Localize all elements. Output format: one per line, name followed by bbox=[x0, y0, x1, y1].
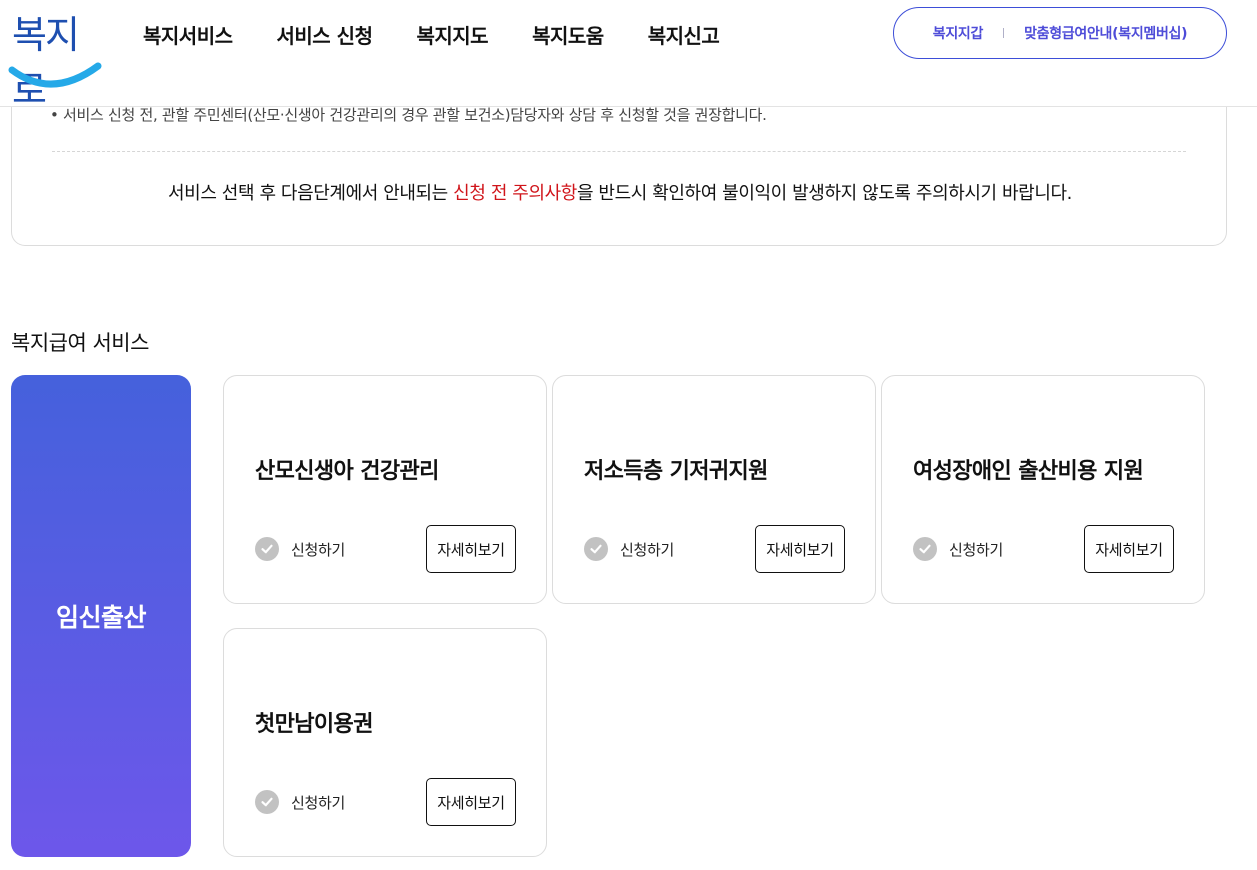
card-title: 여성장애인 출산비용 지원 bbox=[913, 459, 1144, 484]
service-card: 저소득층 기저귀지원 신청하기 자세히보기 bbox=[552, 375, 876, 604]
main-nav: 복지서비스 서비스 신청 복지지도 복지도움 복지신고 bbox=[143, 20, 763, 49]
category-tab-pregnancy[interactable]: 임신출산 bbox=[11, 375, 191, 857]
apply-toggle[interactable]: 신청하기 bbox=[255, 790, 345, 814]
apply-label: 신청하기 bbox=[949, 540, 1004, 559]
apply-toggle[interactable]: 신청하기 bbox=[913, 537, 1003, 561]
nav-service-apply[interactable]: 서비스 신청 bbox=[277, 20, 373, 49]
nav-welfare-service[interactable]: 복지서비스 bbox=[143, 20, 233, 49]
detail-button[interactable]: 자세히보기 bbox=[426, 778, 516, 826]
logo-smile-icon bbox=[8, 62, 102, 88]
check-circle-icon bbox=[913, 537, 937, 561]
notice-main-text: 서비스 선택 후 다음단계에서 안내되는 신청 전 주의사항을 반드시 확인하여… bbox=[12, 179, 1228, 205]
apply-label: 신청하기 bbox=[291, 793, 346, 812]
check-circle-icon bbox=[255, 537, 279, 561]
util-links: 복지지갑 맞춤형급여안내(복지멤버십) bbox=[893, 7, 1227, 59]
membership-guide-link[interactable]: 맞춤형급여안내(복지멤버십) bbox=[1024, 23, 1187, 43]
card-title: 저소득층 기저귀지원 bbox=[584, 459, 768, 484]
apply-label: 신청하기 bbox=[291, 540, 346, 559]
check-circle-icon bbox=[584, 537, 608, 561]
service-card: 산모신생아 건강관리 신청하기 자세히보기 bbox=[223, 375, 547, 604]
site-header: 복지로 복지서비스 서비스 신청 복지지도 복지도움 복지신고 복지지갑 맞춤형… bbox=[0, 0, 1257, 112]
welfare-wallet-link[interactable]: 복지지갑 bbox=[933, 23, 984, 43]
apply-toggle[interactable]: 신청하기 bbox=[584, 537, 674, 561]
util-divider bbox=[1003, 28, 1005, 38]
apply-toggle[interactable]: 신청하기 bbox=[255, 537, 345, 561]
detail-button[interactable]: 자세히보기 bbox=[426, 525, 516, 573]
nav-welfare-help[interactable]: 복지도움 bbox=[532, 20, 604, 49]
detail-button[interactable]: 자세히보기 bbox=[755, 525, 845, 573]
detail-button[interactable]: 자세히보기 bbox=[1084, 525, 1174, 573]
site-logo[interactable]: 복지로 bbox=[8, 4, 102, 112]
service-card: 여성장애인 출산비용 지원 신청하기 자세히보기 bbox=[881, 375, 1205, 604]
section-title: 복지급여 서비스 bbox=[11, 331, 149, 355]
notice-highlight: 신청 전 주의사항 bbox=[453, 183, 577, 204]
apply-label: 신청하기 bbox=[620, 540, 675, 559]
check-circle-icon bbox=[255, 790, 279, 814]
notice-divider bbox=[52, 151, 1186, 152]
notice-bullet-text: • 서비스 신청 전, 관할 주민센터(산모·신생아 건강관리의 경우 관할 보… bbox=[50, 106, 767, 124]
nav-welfare-map[interactable]: 복지지도 bbox=[416, 20, 488, 49]
card-title: 산모신생아 건강관리 bbox=[255, 459, 439, 484]
notice-main-before: 서비스 선택 후 다음단계에서 안내되는 bbox=[168, 183, 454, 204]
notice-main-after: 을 반드시 확인하여 불이익이 발생하지 않도록 주의하시기 바랍니다. bbox=[576, 183, 1072, 204]
service-card: 첫만남이용권 신청하기 자세히보기 bbox=[223, 628, 547, 857]
card-title: 첫만남이용권 bbox=[255, 712, 373, 737]
nav-welfare-report[interactable]: 복지신고 bbox=[648, 20, 720, 49]
